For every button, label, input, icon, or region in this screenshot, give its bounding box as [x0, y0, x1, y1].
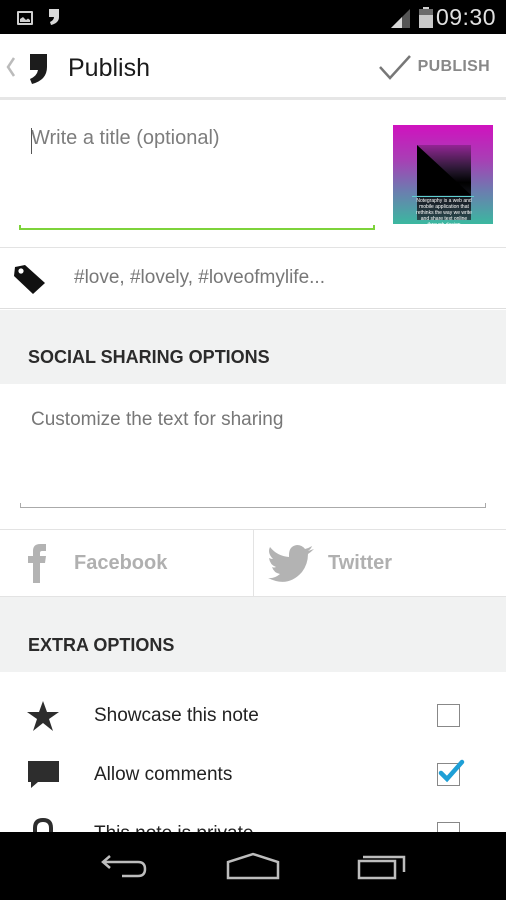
text-caret [31, 128, 32, 154]
title-input[interactable] [19, 117, 375, 227]
option-showcase[interactable]: Showcase this note [0, 686, 506, 744]
checkmark-icon [378, 55, 411, 80]
checkbox-check-icon [438, 759, 465, 783]
action-bar: Publish PUBLISH [0, 34, 506, 100]
showcase-checkbox[interactable] [437, 704, 460, 727]
facebook-label: Facebook [74, 552, 168, 574]
recent-apps-icon [357, 855, 405, 880]
clock: 09:30 [435, 4, 496, 30]
status-bar: 09:30 [0, 0, 506, 34]
thumbnail-divider [412, 196, 474, 197]
twitter-button[interactable]: Twitter [253, 530, 506, 596]
navigation-bar [0, 832, 506, 900]
facebook-icon [28, 544, 46, 583]
extra-options-header: EXTRA OPTIONS [0, 597, 506, 672]
twitter-icon [268, 545, 314, 582]
page-title: Publish [68, 54, 150, 82]
back-chevron-icon[interactable] [6, 56, 16, 78]
facebook-button[interactable]: Facebook [0, 530, 253, 596]
social-sharing-header: SOCIAL SHARING OPTIONS [0, 310, 506, 384]
nav-back-button[interactable] [94, 846, 154, 886]
share-text-underline [20, 503, 486, 508]
publish-label: PUBLISH [417, 58, 490, 75]
extra-options-title: EXTRA OPTIONS [28, 635, 175, 655]
note-thumbnail[interactable]: Notegraphy is a web and mobile applicati… [393, 125, 493, 224]
title-section: Notegraphy is a web and mobile applicati… [0, 103, 506, 248]
allow-comments-checkbox[interactable] [437, 759, 465, 786]
battery-icon [419, 7, 433, 28]
app-logo-icon[interactable] [28, 53, 48, 85]
twitter-label: Twitter [328, 552, 393, 574]
signal-icon [391, 9, 410, 28]
share-text-input[interactable] [20, 404, 486, 504]
title-input-underline [19, 225, 375, 230]
star-icon [27, 701, 59, 731]
tags-placeholder: #love, #lovely, #loveofmylife... [74, 267, 325, 288]
social-sharing-title: SOCIAL SHARING OPTIONS [28, 347, 270, 367]
option-allow-comments[interactable]: Allow comments [0, 745, 506, 803]
nav-home-button[interactable] [223, 846, 283, 886]
share-text-section [0, 384, 506, 530]
app-notification-icon [49, 9, 59, 25]
option-label: Showcase this note [94, 705, 259, 726]
back-arrow-icon [101, 855, 147, 878]
tags-field[interactable]: #love, #lovely, #loveofmylife... [0, 248, 506, 309]
publish-button[interactable]: PUBLISH [378, 34, 506, 100]
comment-icon [28, 761, 59, 788]
home-icon [226, 852, 280, 880]
option-label: Allow comments [94, 764, 233, 785]
thumbnail-caption: Notegraphy is a web and mobile applicati… [416, 198, 472, 224]
social-buttons: Facebook Twitter [0, 530, 506, 597]
tag-icon [14, 265, 45, 294]
nav-recent-apps-button[interactable] [352, 846, 412, 886]
gallery-notification-icon [17, 11, 33, 25]
